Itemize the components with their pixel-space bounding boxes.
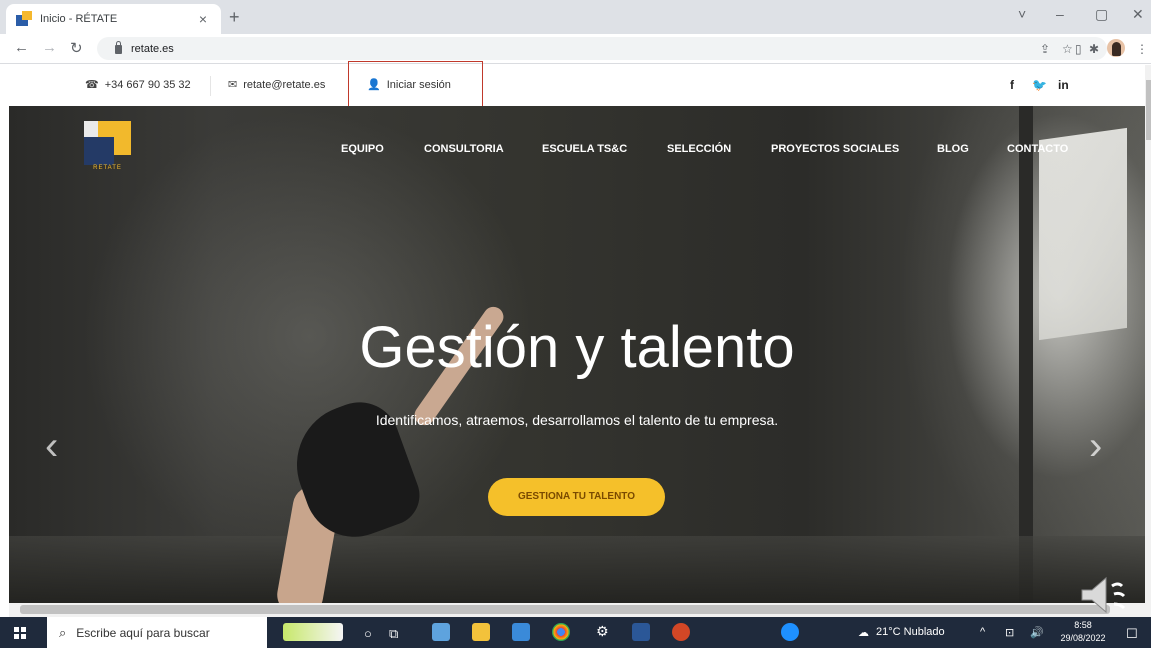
search-icon: ⌕ (59, 624, 67, 640)
close-window-button[interactable]: ✕ (1132, 6, 1144, 23)
photos-icon[interactable] (512, 623, 530, 641)
extensions-puzzle-icon[interactable]: ✱ (1089, 42, 1099, 56)
settings-gear-icon[interactable]: ⚙ (596, 623, 609, 640)
twitter-icon[interactable]: 🐦 (1032, 78, 1047, 92)
tab-strip: Inicio - RÉTATE × + ˅ – ▢ ✕ (0, 0, 1151, 34)
phone-contact[interactable]: ☎ +34 667 90 35 32 (85, 78, 191, 92)
tab-title: Inicio - RÉTATE (40, 13, 118, 25)
maximize-button[interactable]: ▢ (1095, 6, 1108, 23)
site-contact-bar: ☎ +34 667 90 35 32 ✉ retate@retate.es 👤 … (0, 65, 1151, 106)
nav-blog[interactable]: BLOG (937, 143, 969, 155)
back-arrow-icon[interactable]: ← (14, 39, 29, 56)
tab-close-icon[interactable]: × (195, 11, 211, 27)
email-address: retate@retate.es (243, 78, 326, 91)
hero-subtitle: Identificamos, atraemos, desarrollamos e… (375, 412, 779, 428)
bookmark-star-icon[interactable]: ☆ (1062, 42, 1073, 56)
chrome-icon[interactable] (552, 623, 570, 641)
menu-dots-icon[interactable]: ⋮ (1136, 42, 1148, 56)
minimize-button[interactable]: – (1056, 6, 1064, 22)
browser-tab[interactable]: Inicio - RÉTATE × (6, 4, 221, 34)
browser-toolbar: ← → ↻ retate.es ⇪ ☆ ✱ (0, 34, 1151, 64)
phone-icon: ☎ (85, 79, 99, 91)
address-bar[interactable]: retate.es (97, 37, 1107, 60)
powerpoint-icon[interactable] (672, 623, 690, 641)
tab-search-icon[interactable]: ˅ (1018, 6, 1026, 22)
hero-title: Gestión y talento (359, 315, 795, 380)
speaker-icon[interactable] (1078, 574, 1128, 616)
nav-consultoria[interactable]: CONSULTORIA (424, 143, 504, 155)
forward-arrow-icon[interactable]: → (42, 39, 57, 56)
weather-text[interactable]: 21°C Nublado (876, 626, 945, 638)
profile-avatar[interactable] (1107, 39, 1125, 57)
network-icon[interactable]: ⊡ (1005, 626, 1014, 639)
weather-icon[interactable]: ☁ (858, 626, 869, 639)
help-icon[interactable] (781, 623, 799, 641)
facebook-icon[interactable]: f (1010, 78, 1014, 92)
volume-icon[interactable]: 🔊 (1030, 626, 1044, 639)
slider-next-icon[interactable]: › (1089, 424, 1102, 469)
clock[interactable]: 8:58 29/08/2022 (1058, 619, 1108, 645)
nav-proyectos-sociales[interactable]: PROYECTOS SOCIALES (771, 143, 899, 155)
windows-taskbar: ⌕ Escribe aquí para buscar ○ ⧉ ⚙ ☁ 21°C … (0, 617, 1151, 648)
hero-slider: RETATE EQUIPO CONSULTORIA ESCUELA TS&C S… (9, 106, 1145, 603)
vertical-scrollbar[interactable] (1145, 65, 1151, 617)
word-icon[interactable] (632, 623, 650, 641)
nav-seleccion[interactable]: SELECCIÓN (667, 143, 731, 155)
url-text: retate.es (131, 42, 174, 55)
vertical-scroll-thumb[interactable] (1146, 80, 1151, 140)
nav-escuela[interactable]: ESCUELA TS&C (542, 143, 627, 155)
divider (210, 76, 211, 96)
reload-icon[interactable]: ↻ (70, 39, 83, 57)
tray-chevron-icon[interactable]: ^ (980, 626, 985, 638)
file-explorer-icon[interactable] (472, 623, 490, 641)
floor (9, 536, 1145, 603)
new-tab-button[interactable]: + (229, 7, 240, 28)
edge-icon[interactable] (432, 623, 450, 641)
task-view-icon[interactable]: ⧉ (389, 626, 398, 642)
lock-icon (115, 41, 122, 54)
login-highlight-box (348, 61, 483, 109)
taskbar-search-input[interactable]: ⌕ Escribe aquí para buscar (47, 617, 267, 648)
logo-text: RETATE (93, 165, 122, 171)
side-panel-icon[interactable]: ▯ (1075, 42, 1082, 56)
nav-contacto[interactable]: CONTACTO (1007, 143, 1068, 155)
search-highlight-icon[interactable] (283, 623, 343, 641)
gestiona-talento-button[interactable]: GESTIONA TU TALENTO (488, 478, 665, 516)
windows-start-icon[interactable] (14, 627, 26, 639)
share-icon[interactable]: ⇪ (1040, 42, 1050, 56)
horizontal-scroll-thumb[interactable] (20, 605, 1110, 614)
slider-prev-icon[interactable]: ‹ (45, 424, 58, 469)
site-logo[interactable]: RETATE (84, 121, 131, 171)
envelope-icon: ✉ (228, 79, 238, 91)
search-placeholder: Escribe aquí para buscar (76, 625, 210, 640)
clock-time: 8:58 (1074, 620, 1092, 630)
window-light (1039, 127, 1127, 341)
cortana-icon[interactable]: ○ (364, 626, 372, 641)
notifications-icon[interactable]: ☐ (1126, 626, 1138, 642)
email-contact[interactable]: ✉ retate@retate.es (228, 78, 326, 92)
clock-date: 29/08/2022 (1060, 633, 1106, 643)
phone-number: +34 667 90 35 32 (104, 78, 191, 91)
linkedin-icon[interactable]: in (1058, 78, 1069, 92)
nav-equipo[interactable]: EQUIPO (341, 143, 384, 155)
site-favicon-icon (16, 11, 32, 27)
